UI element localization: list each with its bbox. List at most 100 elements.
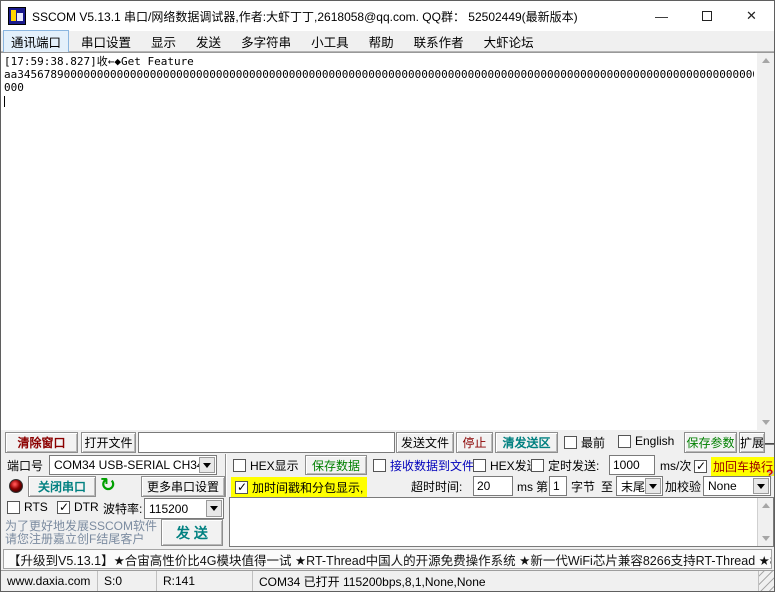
dtr-checkbox-box[interactable]	[57, 500, 70, 514]
english-checkbox-box[interactable]	[618, 434, 631, 448]
scroll-down-icon[interactable]	[761, 536, 770, 541]
topmost-checkbox-box[interactable]	[564, 436, 577, 449]
clear-window-button[interactable]: 清除窗口	[5, 432, 78, 453]
port-dropdown-button[interactable]	[199, 457, 215, 473]
rts-checkbox[interactable]: RTS	[7, 500, 48, 514]
send-textarea[interactable]	[230, 498, 756, 546]
hex-display-label: HEX显示	[250, 459, 299, 473]
dropdown-arrow-icon	[210, 506, 218, 511]
menu-item-daxia-forum[interactable]: 大虾论坛	[476, 30, 542, 53]
minimize-button[interactable]: —	[639, 1, 684, 31]
timestamp-packet-checkbox-box[interactable]	[235, 480, 248, 494]
append-crlf-checkbox-box[interactable]	[694, 459, 707, 473]
hex-send-checkbox-box[interactable]	[473, 459, 486, 472]
dropdown-arrow-icon	[757, 483, 765, 489]
status-received-count: R:141	[157, 571, 253, 591]
file-path-input[interactable]	[138, 432, 395, 453]
status-port-info: COM34 已打开 115200bps,8,1,None,None	[253, 571, 759, 591]
timeout-input[interactable]	[473, 476, 513, 496]
english-checkbox[interactable]: English	[618, 434, 674, 448]
scroll-up-icon[interactable]	[761, 58, 770, 63]
rts-checkbox-box[interactable]	[7, 500, 20, 514]
byte-to-combobox-value: 末尾	[621, 479, 646, 494]
promo-link[interactable]: 为了更好地发展SSCOM软件 请您注册嘉立创F结尾客户	[5, 520, 157, 546]
timed-send-checkbox-box[interactable]	[531, 459, 544, 472]
control-panel: 清除窗口 打开文件 发送文件 停止 清发送区 最前 English 保存参数 扩…	[1, 430, 774, 548]
terminal-line: aa34567890000000000000000000000000000000…	[4, 68, 754, 81]
status-website[interactable]: www.daxia.com	[1, 571, 98, 591]
window-controls: — ✕	[639, 1, 774, 31]
byte-from-input[interactable]	[549, 476, 567, 496]
scroll-up-icon[interactable]	[761, 503, 770, 508]
timeout-label: 超时时间:	[411, 480, 463, 494]
send-area-container	[229, 497, 774, 547]
status-sent-count: S:0	[98, 571, 157, 591]
append-crlf-checkbox[interactable]: 加回车换行	[694, 457, 774, 476]
ad-banner[interactable]: 【升级到V5.13.1】★合宙高性价比4G模块值得一试 ★RT-Thread中国…	[3, 549, 772, 569]
resize-grip[interactable]	[759, 571, 774, 591]
baud-combobox[interactable]: 115200	[144, 498, 224, 519]
send-area-scrollbar[interactable]	[757, 498, 773, 546]
dropdown-arrow-icon	[649, 483, 657, 489]
english-label: English	[635, 434, 675, 448]
menu-item-help[interactable]: 帮助	[361, 30, 402, 53]
sscom-window: SSCOM V5.13.1 串口/网络数据调试器,作者:大虾丁丁,2618058…	[0, 0, 775, 592]
timeout-unit-label: ms	[517, 479, 533, 494]
timed-send-label: 定时发送:	[548, 459, 600, 473]
stop-button[interactable]: 停止	[456, 432, 493, 453]
save-data-button[interactable]: 保存数据	[305, 455, 367, 475]
extend-button[interactable]: 扩展	[739, 432, 765, 453]
window-title: SSCOM V5.13.1 串口/网络数据调试器,作者:大虾丁丁,2618058…	[32, 9, 578, 24]
byte-to-dropdown-button[interactable]	[645, 478, 661, 494]
minimize-icon: —	[655, 8, 668, 24]
hex-send-checkbox[interactable]: HEX发送	[473, 457, 539, 474]
dtr-checkbox[interactable]: DTR	[57, 500, 99, 514]
dtr-label: DTR	[74, 500, 99, 514]
maximize-icon	[701, 11, 712, 21]
timestamp-packet-checkbox[interactable]: 加时间戳和分包显示,	[231, 477, 368, 498]
close-button[interactable]: ✕	[729, 1, 774, 31]
menu-item-tools[interactable]: 小工具	[303, 30, 357, 53]
scroll-down-icon[interactable]	[761, 420, 770, 425]
hex-display-checkbox[interactable]: HEX显示	[233, 457, 299, 474]
menu-item-comm-port[interactable]: 通讯端口	[3, 29, 70, 53]
collapse-button[interactable]: —	[765, 432, 774, 453]
topmost-checkbox[interactable]: 最前	[564, 434, 605, 451]
menu-item-port-settings[interactable]: 串口设置	[73, 30, 139, 53]
save-params-button[interactable]: 保存参数	[684, 432, 737, 453]
app-icon	[8, 7, 26, 25]
menu-item-send[interactable]: 发送	[188, 30, 229, 53]
menu-item-display[interactable]: 显示	[143, 30, 184, 53]
dropdown-arrow-icon	[203, 462, 211, 468]
receive-area[interactable]: [17:59:38.827]收←◆Get Feature aa345678900…	[1, 52, 774, 430]
topmost-label: 最前	[581, 436, 606, 450]
port-combobox[interactable]: COM34 USB-SERIAL CH340	[49, 455, 217, 475]
ad-banner-text: 【升级到V5.13.1】★合宙高性价比4G模块值得一试 ★RT-Thread中国…	[8, 553, 772, 568]
checksum-combobox[interactable]: None	[703, 476, 771, 496]
send-file-button[interactable]: 发送文件	[396, 432, 454, 453]
more-port-settings-button[interactable]: 更多串口设置	[141, 476, 225, 497]
interval-input[interactable]	[609, 455, 655, 475]
close-port-button[interactable]: 关闭串口	[28, 476, 96, 497]
byte-prefix-label: 第	[536, 480, 549, 494]
vertical-separator	[225, 454, 227, 497]
recv-to-file-checkbox-box[interactable]	[373, 459, 386, 472]
send-button[interactable]: 发 送	[161, 519, 223, 546]
menu-item-multistring[interactable]: 多字符串	[233, 30, 299, 53]
timed-send-checkbox[interactable]: 定时发送:	[531, 457, 599, 474]
terminal-cursor-line	[4, 94, 754, 107]
open-file-button[interactable]: 打开文件	[81, 432, 136, 453]
close-icon: ✕	[746, 8, 757, 23]
baud-dropdown-button[interactable]	[206, 500, 222, 517]
clear-send-area-button[interactable]: 清发送区	[495, 432, 558, 453]
byte-to-combobox[interactable]: 末尾	[616, 476, 663, 496]
baud-combobox-value: 115200	[149, 501, 189, 516]
menu-item-contact-author[interactable]: 联系作者	[406, 30, 472, 53]
terminal-scrollbar[interactable]	[757, 53, 774, 430]
recv-to-file-checkbox[interactable]: 接收数据到文件	[373, 457, 474, 474]
maximize-button[interactable]	[684, 1, 729, 31]
timestamp-packet-label: 加时间戳和分包显示,	[252, 481, 364, 495]
refresh-ports-icon[interactable]: ↻	[100, 476, 116, 495]
checksum-dropdown-button[interactable]	[753, 478, 769, 494]
hex-display-checkbox-box[interactable]	[233, 459, 246, 472]
